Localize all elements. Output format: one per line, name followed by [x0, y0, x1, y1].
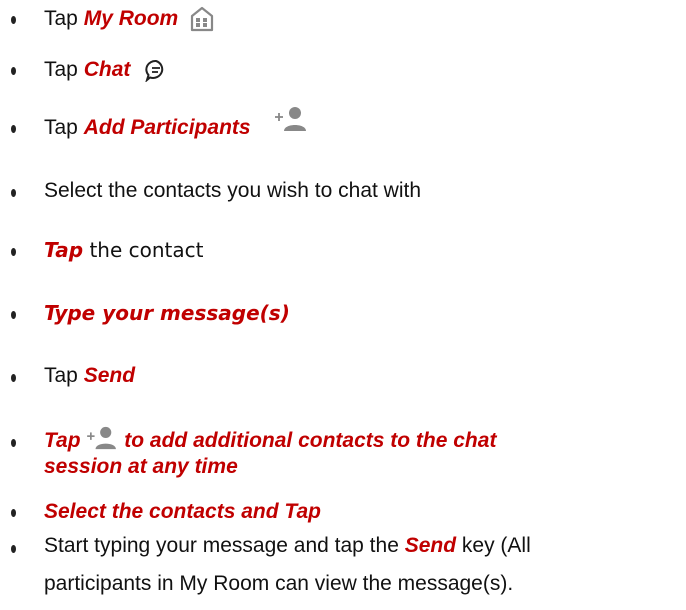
step-text: key (All	[456, 534, 531, 557]
send-key-label: Send	[404, 534, 457, 557]
add-participants-label: Add Participants	[83, 116, 251, 139]
bullet	[11, 189, 16, 197]
add-contacts-label: to add additional contacts to the chat	[124, 429, 497, 452]
add-contacts-label-cont: session at any time	[44, 455, 238, 478]
step-text: Select the contacts you wish to chat wit…	[44, 179, 422, 202]
step-text: Start typing your message and tap the	[44, 534, 405, 557]
bullet	[11, 509, 16, 517]
step-text: Tap	[44, 7, 84, 30]
add-person-icon	[275, 107, 307, 132]
tap-label: Tap	[44, 238, 84, 262]
chat-bubble-icon	[145, 60, 164, 83]
type-message-label: Type your message(s)	[44, 301, 290, 325]
my-room-icon	[190, 7, 214, 32]
step-text: the contact	[83, 238, 204, 262]
select-contacts-label: Select the contacts and Tap	[44, 500, 321, 523]
step-text-cont: participants in My Room can view the mes…	[44, 572, 514, 595]
bullet	[11, 125, 16, 133]
bullet	[11, 374, 16, 382]
step-text: Tap	[44, 364, 84, 387]
bullet	[11, 439, 16, 447]
send-label: Send	[83, 364, 136, 387]
bullet	[11, 16, 16, 24]
tap-label: Tap	[44, 429, 81, 452]
step-text: Tap	[44, 58, 84, 81]
bullet	[11, 311, 16, 319]
add-person-icon	[87, 427, 117, 450]
bullet	[11, 248, 16, 256]
step-text: Tap	[44, 116, 84, 139]
my-room-label: My Room	[83, 7, 179, 30]
bullet	[11, 545, 16, 553]
bullet	[11, 67, 16, 75]
chat-label: Chat	[83, 58, 131, 81]
